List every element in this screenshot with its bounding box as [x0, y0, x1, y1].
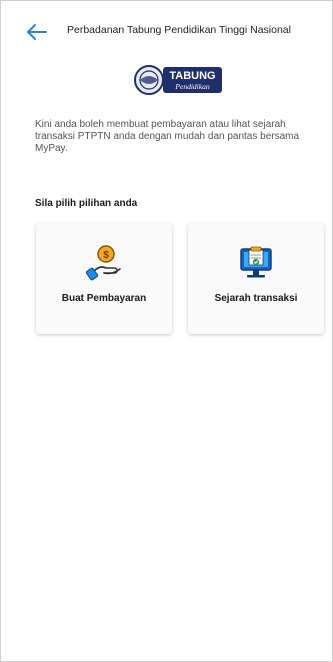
intro-text: Kini anda boleh membuat pembayaran atau …: [35, 119, 300, 154]
back-button[interactable]: [25, 23, 49, 41]
option-card-history[interactable]: Sejarah transaksi: [188, 223, 324, 334]
option-card-payment[interactable]: $ Buat Pembayaran: [36, 223, 172, 334]
app-header: Perbadanan Tabung Pendidikan Tinggi Nasi…: [1, 1, 332, 63]
svg-text:$: $: [103, 250, 109, 261]
tabung-pendidikan-logo: TABUNG Pendidikan: [134, 64, 224, 96]
svg-text:Pendidikan: Pendidikan: [174, 82, 209, 91]
option-label-history: Sejarah transaksi: [214, 293, 298, 304]
page-title: Perbadanan Tabung Pendidikan Tinggi Nasi…: [67, 24, 291, 36]
section-title: Sila pilih pilihan anda: [35, 198, 138, 209]
app-screen: Perbadanan Tabung Pendidikan Tinggi Nasi…: [0, 0, 333, 662]
hand-coin-payment-icon: $: [84, 243, 124, 283]
svg-text:TABUNG: TABUNG: [169, 70, 215, 82]
monitor-history-icon: [236, 243, 276, 283]
arrow-left-icon: [27, 24, 47, 40]
option-label-payment: Buat Pembayaran: [61, 293, 147, 304]
